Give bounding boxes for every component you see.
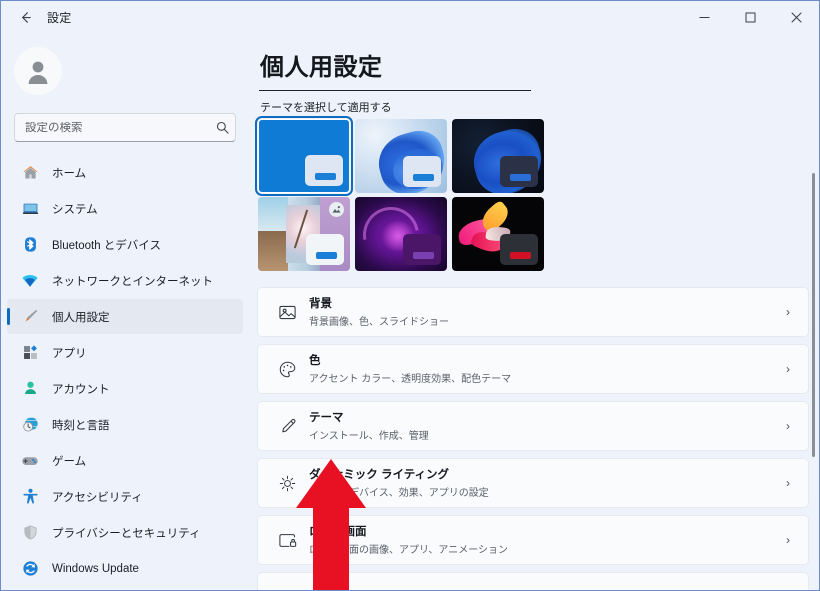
sidebar-item-label: アクセシビリティ bbox=[52, 491, 143, 504]
sidebar-item-label: 時刻と言語 bbox=[52, 419, 110, 432]
windows-update-icon bbox=[19, 559, 41, 579]
theme-preview-accent-bar bbox=[510, 174, 531, 181]
settings-row-subtitle: 背景画像、色、スライドショー bbox=[309, 317, 449, 329]
sidebar-item-label: ホーム bbox=[52, 167, 87, 180]
accounts-icon bbox=[19, 379, 41, 399]
sidebar-nav: ホーム システム Bluetooth とデバイス ネットワークとインターネット … bbox=[7, 155, 243, 587]
back-button[interactable] bbox=[10, 4, 40, 30]
brush-icon bbox=[272, 417, 302, 436]
chevron-right-icon[interactable]: › bbox=[786, 419, 790, 433]
settings-row-subtitle: インストール、作成、管理 bbox=[309, 431, 429, 443]
avatar[interactable] bbox=[14, 47, 62, 95]
sidebar-item-bluetooth[interactable]: Bluetooth とデバイス bbox=[7, 227, 243, 262]
maximize-button[interactable] bbox=[727, 1, 773, 33]
search-icon[interactable] bbox=[209, 121, 235, 134]
theme-thumbnail-windows-light-bloom[interactable] bbox=[355, 119, 447, 193]
title-bar: 設定 bbox=[1, 1, 819, 33]
theme-thumbnail-windows-dark-bloom[interactable] bbox=[452, 119, 544, 193]
sidebar-item-label: アプリ bbox=[52, 347, 87, 360]
sidebar-item-label: プライバシーとセキュリティ bbox=[52, 527, 201, 540]
settings-row-themes[interactable]: テーマ インストール、作成、管理 › bbox=[257, 401, 809, 451]
theme-preview-accent-bar bbox=[413, 174, 434, 181]
sidebar-item-label: システム bbox=[52, 203, 98, 216]
theme-preview-tile bbox=[500, 156, 538, 187]
search-input[interactable] bbox=[15, 121, 209, 134]
bluetooth-icon bbox=[19, 235, 41, 255]
settings-window: 設定 設定の検索 ホーム システム Bluetooth とデバイス ネットワーク… bbox=[0, 0, 820, 591]
sidebar: ホーム システム bbox=[1, 33, 248, 590]
sidebar-item-home[interactable]: ホーム bbox=[7, 155, 243, 190]
theme-preview-badge-icon bbox=[329, 202, 344, 217]
sidebar-item-system[interactable]: システム bbox=[7, 191, 243, 226]
theme-thumbnail-flow-flower[interactable] bbox=[452, 197, 544, 271]
chevron-right-icon[interactable]: › bbox=[786, 362, 790, 376]
palette-icon bbox=[272, 360, 302, 379]
theme-preview-photo-sky bbox=[258, 197, 288, 231]
main-scrollbar[interactable] bbox=[812, 173, 815, 457]
network-icon bbox=[19, 271, 41, 291]
settings-row-colors[interactable]: 色 アクセント カラー、透明度効果、配色テーマ › bbox=[257, 344, 809, 394]
red-up-arrow-annotation bbox=[291, 456, 371, 590]
system-icon bbox=[19, 199, 41, 219]
theme-preview-photo-land bbox=[258, 231, 288, 271]
sidebar-item-apps[interactable]: アプリ bbox=[7, 335, 243, 370]
sidebar-item-time-language[interactable]: 時刻と言語 bbox=[7, 407, 243, 442]
settings-row-title: 色 bbox=[309, 354, 321, 367]
page-title: 個人用設定 bbox=[260, 54, 383, 81]
gaming-icon bbox=[19, 451, 41, 471]
sidebar-item-label: Bluetooth とデバイス bbox=[52, 239, 161, 252]
accessibility-icon bbox=[19, 487, 41, 507]
sidebar-item-label: アカウント bbox=[52, 383, 110, 396]
time-language-icon bbox=[19, 415, 41, 435]
theme-preview-tile bbox=[403, 234, 441, 265]
privacy-security-icon bbox=[19, 523, 41, 543]
theme-thumbnail-windows-light-solid[interactable] bbox=[255, 116, 353, 196]
sidebar-item-label: ネットワークとインターネット bbox=[52, 275, 213, 288]
search-box[interactable] bbox=[14, 113, 236, 142]
sidebar-item-personalization[interactable]: 個人用設定 bbox=[7, 299, 243, 334]
sidebar-item-gaming[interactable]: ゲーム bbox=[7, 443, 243, 478]
personalization-icon bbox=[19, 307, 41, 327]
settings-row-title: 背景 bbox=[309, 297, 332, 310]
chevron-right-icon[interactable]: › bbox=[786, 476, 790, 490]
settings-row-title: テーマ bbox=[309, 411, 344, 424]
window-controls bbox=[681, 1, 819, 33]
theme-preview-tile bbox=[403, 156, 441, 187]
theme-thumbnail-captured-motion[interactable] bbox=[355, 197, 447, 271]
theme-section-label: テーマを選択して適用する bbox=[260, 102, 392, 114]
theme-preview-accent-bar bbox=[316, 252, 337, 259]
home-icon bbox=[19, 163, 41, 183]
theme-preview-accent-bar bbox=[510, 252, 531, 259]
image-icon bbox=[272, 303, 302, 322]
theme-preview-tile bbox=[306, 234, 344, 265]
theme-gallery bbox=[255, 116, 548, 271]
theme-preview-tile bbox=[500, 234, 538, 265]
settings-row-background[interactable]: 背景 背景画像、色、スライドショー › bbox=[257, 287, 809, 337]
settings-row-subtitle: アクセント カラー、透明度効果、配色テーマ bbox=[309, 374, 512, 386]
minimize-button[interactable] bbox=[681, 1, 727, 33]
apps-icon bbox=[19, 343, 41, 363]
sidebar-item-label: ゲーム bbox=[52, 455, 87, 468]
title-divider bbox=[259, 90, 531, 91]
theme-preview-accent-bar bbox=[315, 173, 336, 180]
sidebar-item-accounts[interactable]: アカウント bbox=[7, 371, 243, 406]
window-title: 設定 bbox=[47, 10, 72, 25]
sidebar-item-windows-update[interactable]: Windows Update bbox=[7, 551, 243, 586]
sidebar-item-accessibility[interactable]: アクセシビリティ bbox=[7, 479, 243, 514]
sidebar-item-privacy-security[interactable]: プライバシーとセキュリティ bbox=[7, 515, 243, 550]
sidebar-item-label: Windows Update bbox=[52, 562, 139, 575]
close-button[interactable] bbox=[773, 1, 819, 33]
theme-preview-accent-bar bbox=[413, 252, 434, 259]
theme-preview-tile bbox=[305, 155, 343, 186]
chevron-right-icon[interactable]: › bbox=[786, 305, 790, 319]
chevron-right-icon[interactable]: › bbox=[786, 533, 790, 547]
theme-thumbnail-glow-photos[interactable] bbox=[258, 197, 350, 271]
sidebar-item-network[interactable]: ネットワークとインターネット bbox=[7, 263, 243, 298]
sidebar-item-label: 個人用設定 bbox=[52, 311, 110, 324]
